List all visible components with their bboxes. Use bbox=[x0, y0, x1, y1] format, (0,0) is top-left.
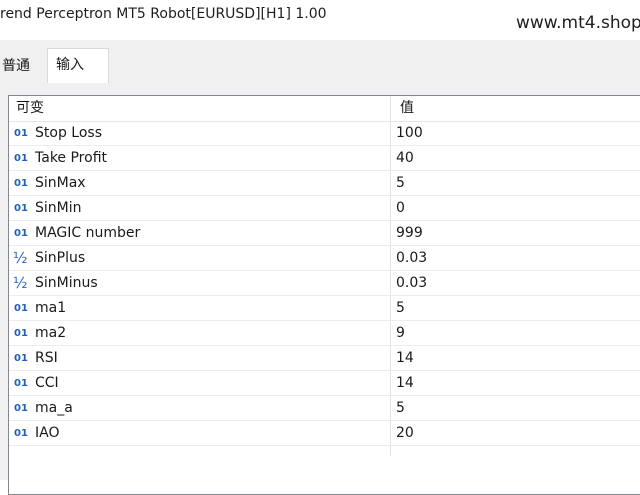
param-name: MAGIC number bbox=[35, 225, 141, 241]
param-value[interactable]: 999 bbox=[396, 221, 423, 246]
watermark: www.mt4.shop bbox=[516, 13, 640, 33]
table-row[interactable]: 01 RSI 14 bbox=[9, 346, 640, 371]
parameters-grid: 可变 值 01 Stop Loss 100 01 Take Profit 40 … bbox=[8, 95, 640, 495]
param-name: IAO bbox=[35, 425, 60, 441]
param-name: ma_a bbox=[35, 400, 73, 416]
table-row[interactable]: 01 MAGIC number 999 bbox=[9, 221, 640, 246]
param-value[interactable]: 14 bbox=[396, 346, 414, 371]
param-name: Stop Loss bbox=[35, 125, 102, 141]
param-value[interactable]: 5 bbox=[396, 296, 405, 321]
title-bar: rend Perceptron MT5 Robot[EURUSD][H1] 1.… bbox=[0, 0, 640, 40]
tab-inputs[interactable]: 输入 bbox=[47, 48, 109, 83]
param-name: RSI bbox=[35, 350, 58, 366]
param-value[interactable]: 14 bbox=[396, 371, 414, 396]
tab-common[interactable]: 普通 bbox=[0, 50, 40, 83]
param-value[interactable]: 0.03 bbox=[396, 271, 427, 296]
inputs-panel: 可变 值 01 Stop Loss 100 01 Take Profit 40 … bbox=[0, 83, 640, 495]
table-row[interactable]: 01 ma_a 5 bbox=[9, 396, 640, 421]
int-type-icon: 01 bbox=[14, 228, 28, 239]
param-value[interactable]: 9 bbox=[396, 321, 405, 346]
table-row[interactable]: 01 SinMax 5 bbox=[9, 171, 640, 196]
param-name: SinMin bbox=[35, 200, 82, 216]
param-value[interactable]: 0 bbox=[396, 196, 405, 221]
table-row[interactable]: 01 ma1 5 bbox=[9, 296, 640, 321]
param-name: ma1 bbox=[35, 300, 67, 316]
table-row[interactable]: 01 Take Profit 40 bbox=[9, 146, 640, 171]
table-row[interactable]: 01 ma2 9 bbox=[9, 321, 640, 346]
double-type-icon: ½ bbox=[13, 249, 28, 267]
tab-strip: 普通 输入 bbox=[0, 40, 640, 83]
table-row[interactable]: 01 SinMin 0 bbox=[9, 196, 640, 221]
param-name: SinMinus bbox=[35, 275, 98, 291]
table-row[interactable]: 01 CCI 14 bbox=[9, 371, 640, 396]
param-value[interactable]: 0.03 bbox=[396, 246, 427, 271]
table-row[interactable]: 01 Stop Loss 100 bbox=[9, 121, 640, 146]
table-row[interactable]: ½ SinPlus 0.03 bbox=[9, 246, 640, 271]
param-value[interactable]: 40 bbox=[396, 146, 414, 171]
int-type-icon: 01 bbox=[14, 303, 28, 314]
column-header-variable[interactable]: 可变 bbox=[16, 96, 44, 121]
table-row[interactable]: ½ SinMinus 0.03 bbox=[9, 271, 640, 296]
double-type-icon: ½ bbox=[13, 274, 28, 292]
param-name: Take Profit bbox=[35, 150, 108, 166]
grid-header: 可变 值 bbox=[9, 96, 640, 122]
param-value[interactable]: 20 bbox=[396, 421, 414, 446]
column-header-value[interactable]: 值 bbox=[400, 96, 414, 121]
int-type-icon: 01 bbox=[14, 403, 28, 414]
int-type-icon: 01 bbox=[14, 378, 28, 389]
table-row[interactable]: 01 IAO 20 bbox=[9, 421, 640, 446]
param-name: SinMax bbox=[35, 175, 86, 191]
int-type-icon: 01 bbox=[14, 128, 28, 139]
window-title: rend Perceptron MT5 Robot[EURUSD][H1] 1.… bbox=[0, 6, 327, 22]
int-type-icon: 01 bbox=[14, 153, 28, 164]
int-type-icon: 01 bbox=[14, 203, 28, 214]
param-value[interactable]: 5 bbox=[396, 171, 405, 196]
int-type-icon: 01 bbox=[14, 353, 28, 364]
param-name: CCI bbox=[35, 375, 59, 391]
param-value[interactable]: 5 bbox=[396, 396, 405, 421]
param-name: SinPlus bbox=[35, 250, 86, 266]
int-type-icon: 01 bbox=[14, 178, 28, 189]
param-name: ma2 bbox=[35, 325, 67, 341]
int-type-icon: 01 bbox=[14, 328, 28, 339]
param-value[interactable]: 100 bbox=[396, 121, 423, 146]
int-type-icon: 01 bbox=[14, 428, 28, 439]
